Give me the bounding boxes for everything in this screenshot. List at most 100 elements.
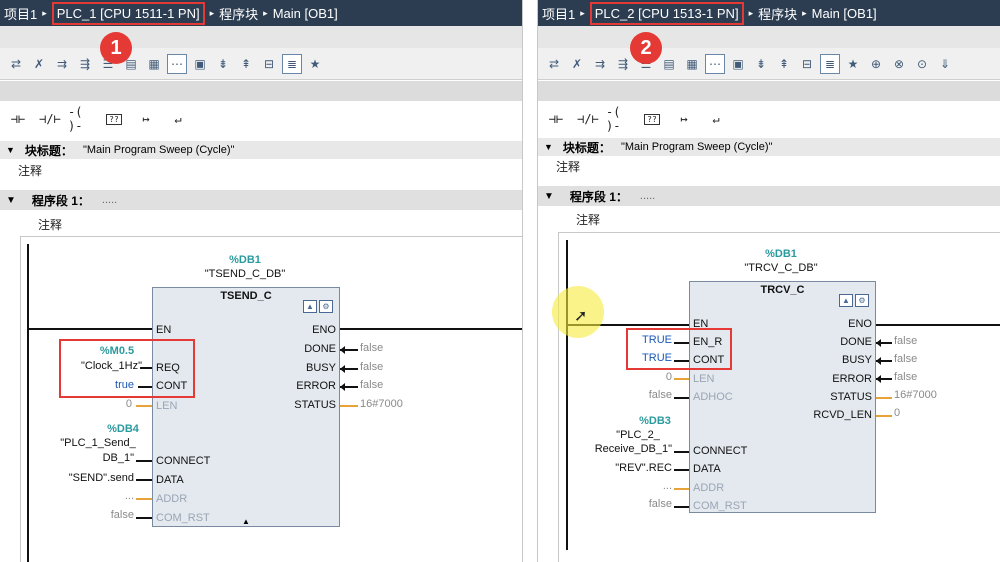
insert-network-icon[interactable]: ⇄ (544, 54, 564, 74)
collapse-block-icon[interactable]: ▲ (242, 517, 250, 526)
len-value[interactable]: 0 (102, 398, 132, 410)
empty-box-button[interactable]: ?? (638, 106, 666, 132)
go-icon[interactable]: ⊙ (912, 54, 932, 74)
config-icon[interactable]: ⚙ (319, 300, 333, 313)
function-block-tsend-c[interactable]: TSEND_C ▲ ⚙ EN REQ CONT LEN CONNECT DATA… (152, 287, 340, 527)
status-value[interactable]: 16#7000 (360, 398, 403, 410)
block-comment[interactable]: 注释 (18, 162, 42, 179)
network-comment[interactable]: 注释 (576, 211, 600, 228)
nc-contact-button[interactable]: ⊣/⊢ (36, 106, 64, 132)
block-title-bar[interactable]: ▼ 块标题： "Main Program Sweep (Cycle)" (0, 141, 522, 159)
insert-row-icon[interactable]: ⇉ (590, 54, 610, 74)
adhoc-value[interactable]: false (634, 389, 672, 401)
box-icon[interactable]: ⊟ (797, 54, 817, 74)
ladder-up-icon[interactable]: ⇞ (236, 54, 256, 74)
empty-box-button[interactable]: ?? (100, 106, 128, 132)
comment-icon[interactable]: ⋯ (705, 53, 725, 74)
coil-button[interactable]: -( )- (606, 105, 634, 133)
close-branch-button[interactable]: ↵ (702, 106, 730, 132)
breadcrumb-plc[interactable]: PLC_2 [CPU 1513-1 PN] (589, 1, 744, 25)
lock-icon[interactable]: ▲ (303, 300, 317, 313)
connect-operand-line1[interactable]: "PLC_2_ (598, 429, 678, 441)
block-icon[interactable]: ▦ (682, 54, 702, 74)
config-icon[interactable]: ⚙ (855, 294, 869, 307)
instance-db-name[interactable]: "TSEND_C_DB" (190, 268, 300, 280)
comment-icon[interactable]: ⋯ (167, 53, 187, 74)
instance-db-address: %DB1 (229, 254, 261, 266)
nc-contact-button[interactable]: ⊣/⊢ (574, 106, 602, 132)
no-contact-button[interactable]: ⊣⊢ (542, 106, 570, 132)
download-icon[interactable]: ⇓ (935, 54, 955, 74)
error-value[interactable]: false (894, 371, 917, 383)
table-icon[interactable]: ▤ (659, 54, 679, 74)
stop-icon[interactable]: ⊗ (889, 54, 909, 74)
addr-value[interactable]: ... (100, 490, 134, 502)
done-value[interactable]: false (894, 335, 917, 347)
open-branch-button[interactable]: ↦ (670, 106, 698, 132)
instance-db-name[interactable]: "TRCV_C_DB" (726, 262, 836, 274)
busy-value[interactable]: false (894, 353, 917, 365)
len-value[interactable]: 0 (638, 371, 672, 383)
delete-network-icon[interactable]: ✗ (567, 54, 587, 74)
lock-icon[interactable]: ▲ (839, 294, 853, 307)
list-view-icon[interactable]: ≣ (820, 53, 840, 74)
breadcrumb-program-blocks[interactable]: 程序块 (758, 4, 797, 23)
ladder-down-icon[interactable]: ⇟ (751, 54, 771, 74)
rcvd-len-value[interactable]: 0 (894, 407, 900, 419)
list-view-icon[interactable]: ≣ (282, 53, 302, 74)
delete-network-icon[interactable]: ✗ (29, 54, 49, 74)
block-title-value[interactable]: "Main Program Sweep (Cycle)" (83, 144, 234, 156)
breadcrumb-program-blocks[interactable]: 程序块 (219, 4, 258, 23)
monitor-icon[interactable]: ▣ (728, 54, 748, 74)
connect-operand-line2[interactable]: DB_1" (50, 452, 134, 464)
addr-value[interactable]: ... (638, 480, 672, 492)
collapse-icon[interactable]: ▼ (6, 145, 15, 155)
collapse-icon[interactable]: ▼ (544, 142, 553, 152)
error-value[interactable]: false (360, 379, 383, 391)
open-branch-button[interactable]: ↦ (132, 106, 160, 132)
connect-operand-line1[interactable]: "PLC_1_Send_ (50, 437, 146, 449)
favorites-icon[interactable]: ★ (843, 54, 863, 74)
favorites-icon[interactable]: ★ (305, 54, 325, 74)
ladder-down-icon[interactable]: ⇟ (213, 54, 233, 74)
no-contact-button[interactable]: ⊣⊢ (4, 106, 32, 132)
done-value[interactable]: false (360, 342, 383, 354)
data-operand[interactable]: "REV".REC (598, 462, 672, 474)
close-branch-button[interactable]: ↵ (164, 106, 192, 132)
collapse-icon[interactable]: ▼ (6, 195, 16, 206)
pin-done: DONE (840, 336, 872, 348)
insert-network-icon[interactable]: ⇄ (6, 54, 26, 74)
connect-address: %DB4 (107, 423, 139, 435)
block-title-bar[interactable]: ▼ 块标题： "Main Program Sweep (Cycle)" (538, 138, 1000, 156)
breadcrumb-main[interactable]: Main [OB1] (273, 6, 338, 21)
block-comment[interactable]: 注释 (556, 158, 580, 175)
coil-button[interactable]: -( )- (68, 105, 96, 133)
monitor-icon[interactable]: ▣ (190, 54, 210, 74)
block-icon[interactable]: ▦ (144, 54, 164, 74)
breadcrumb-plc[interactable]: PLC_1 [CPU 1511-1 PN] (51, 1, 205, 25)
collapse-icon[interactable]: ▼ (544, 191, 554, 202)
insert-row-icon[interactable]: ⇉ (52, 54, 72, 74)
ladder-up-icon[interactable]: ⇞ (774, 54, 794, 74)
connect-operand-line2[interactable]: Receive_DB_1" (582, 443, 672, 455)
network-title-bar[interactable]: ▼ 程序段 1： ..... (538, 186, 1000, 206)
breadcrumb-main[interactable]: Main [OB1] (812, 6, 877, 21)
watch-icon[interactable]: ⊕ (866, 54, 886, 74)
data-operand[interactable]: "SEND".send (40, 472, 134, 484)
function-block-trcv-c[interactable]: TRCV_C ▲ ⚙ EN EN_R CONT LEN ADHOC CONNEC… (689, 281, 876, 513)
com-rst-value[interactable]: false (92, 509, 134, 521)
com-rst-value[interactable]: false (634, 498, 672, 510)
network-title-value[interactable]: ..... (640, 190, 655, 202)
busy-value[interactable]: false (360, 361, 383, 373)
network-title-bar[interactable]: ▼ 程序段 1： ..... (0, 190, 522, 210)
breadcrumb-project[interactable]: 项目1 (542, 4, 575, 23)
breadcrumb-project[interactable]: 项目1 (4, 4, 37, 23)
network-comment[interactable]: 注释 (38, 216, 62, 233)
append-row-icon[interactable]: ⇶ (75, 54, 95, 74)
box-icon[interactable]: ⊟ (259, 54, 279, 74)
network-title-value[interactable]: ..... (102, 194, 117, 206)
block-title-value[interactable]: "Main Program Sweep (Cycle)" (621, 141, 772, 153)
status-wire (340, 405, 358, 407)
status-value[interactable]: 16#7000 (894, 389, 937, 401)
append-row-icon[interactable]: ⇶ (613, 54, 633, 74)
